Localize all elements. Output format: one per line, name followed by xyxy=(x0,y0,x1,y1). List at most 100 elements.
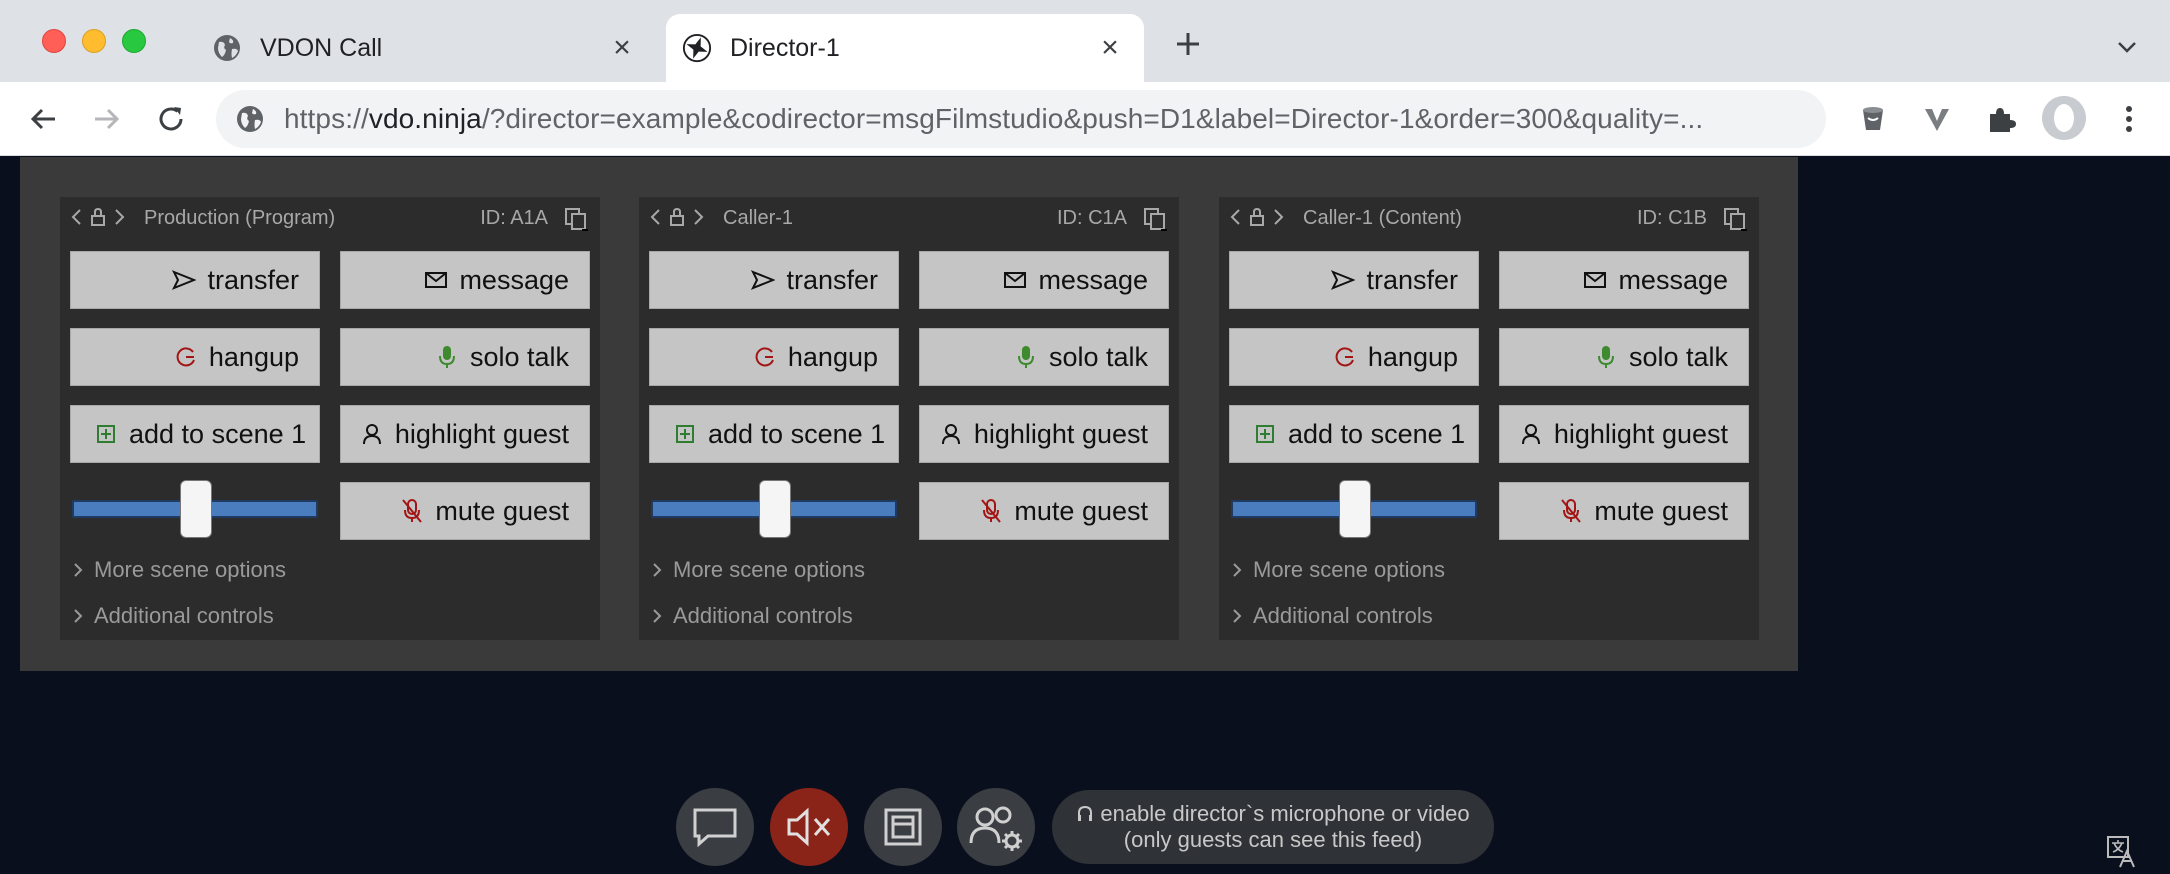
lock-icon[interactable] xyxy=(1249,207,1265,227)
envelope-icon xyxy=(1582,267,1608,293)
mute-guest-button[interactable]: mute guest xyxy=(919,482,1169,540)
hangup-icon xyxy=(173,344,199,370)
mute-guest-button[interactable]: mute guest xyxy=(340,482,590,540)
highlight-guest-label: highlight guest xyxy=(973,418,1148,449)
browser-tab-bar: VDON Call × Director-1 × xyxy=(0,0,2170,82)
copy-id-icon[interactable] xyxy=(1723,207,1747,231)
globe-icon xyxy=(212,33,242,63)
move-right-chevron-icon[interactable] xyxy=(1273,208,1285,226)
tab-title: Director-1 xyxy=(730,33,840,62)
move-left-chevron-icon[interactable] xyxy=(649,208,661,226)
more-scene-options-toggle[interactable]: More scene options xyxy=(651,555,865,585)
hangup-button[interactable]: hangup xyxy=(649,328,899,386)
volume-slider-thumb[interactable] xyxy=(1339,480,1371,538)
guest-card-header: Caller-1 ID: C1A xyxy=(639,197,1179,237)
forward-arrow-icon[interactable] xyxy=(88,100,126,138)
mute-guest-label: mute guest xyxy=(1594,495,1728,526)
tab-close-icon[interactable]: × xyxy=(606,33,638,63)
add-to-scene-button[interactable]: add to scene 1 xyxy=(1229,405,1479,463)
speaker-mute-button[interactable] xyxy=(770,788,848,866)
back-arrow-icon[interactable] xyxy=(24,100,62,138)
reload-icon[interactable] xyxy=(152,100,190,138)
add-to-scene-label: add to scene 1 xyxy=(129,418,307,449)
tab-close-icon[interactable]: × xyxy=(1094,33,1126,63)
mic-off-icon xyxy=(1558,498,1584,524)
move-right-chevron-icon[interactable] xyxy=(114,208,126,226)
url-host: vdo.ninja xyxy=(368,103,482,134)
transfer-button[interactable]: transfer xyxy=(1229,251,1479,309)
browser-toolbar: https://vdo.ninja/?director=example&codi… xyxy=(0,82,2170,156)
lock-icon[interactable] xyxy=(90,207,106,227)
copy-id-icon[interactable] xyxy=(564,207,588,231)
add-to-scene-button[interactable]: add to scene 1 xyxy=(649,405,899,463)
highlight-guest-button[interactable]: highlight guest xyxy=(340,405,590,463)
transfer-button[interactable]: transfer xyxy=(70,251,320,309)
more-scene-options-toggle[interactable]: More scene options xyxy=(1231,555,1445,585)
guest-card-header: Production (Program) ID: A1A xyxy=(60,197,600,237)
profile-avatar[interactable] xyxy=(2042,96,2086,140)
transfer-button[interactable]: transfer xyxy=(649,251,899,309)
add-to-scene-button[interactable]: add to scene 1 xyxy=(70,405,320,463)
message-button[interactable]: message xyxy=(919,251,1169,309)
volume-slider[interactable] xyxy=(72,480,318,538)
tab-director-1[interactable]: Director-1 × xyxy=(666,14,1144,82)
guest-id: ID: C1B xyxy=(1636,207,1707,229)
tab-title: VDON Call xyxy=(260,33,383,62)
extension-cup-icon[interactable] xyxy=(1854,100,1892,138)
hangup-button[interactable]: hangup xyxy=(70,328,320,386)
volume-slider[interactable] xyxy=(651,480,897,538)
window-minimize-button[interactable] xyxy=(82,29,106,53)
url-scheme: https:// xyxy=(284,103,369,134)
enable-director-media-button[interactable]: enable director`s microphone or video (o… xyxy=(1052,790,1494,864)
chat-button[interactable] xyxy=(676,788,754,866)
mic-pill-text-1: enable director`s microphone or video xyxy=(1100,801,1470,826)
scene-layout-button[interactable] xyxy=(864,788,942,866)
message-button[interactable]: message xyxy=(1499,251,1749,309)
hangup-button[interactable]: hangup xyxy=(1229,328,1479,386)
chevron-right-icon xyxy=(1231,608,1247,624)
more-scene-options-toggle[interactable]: More scene options xyxy=(72,555,286,585)
copy-id-icon[interactable] xyxy=(1143,207,1167,231)
guest-order-controls xyxy=(1229,205,1285,229)
tab-vdon-call[interactable]: VDON Call × xyxy=(196,14,656,82)
move-left-chevron-icon[interactable] xyxy=(1229,208,1241,226)
guest-card: Production (Program) ID: A1A transfer me… xyxy=(60,197,600,640)
solo-talk-button[interactable]: solo talk xyxy=(1499,328,1749,386)
move-right-chevron-icon[interactable] xyxy=(693,208,705,226)
new-tab-plus-icon[interactable] xyxy=(1170,26,1206,62)
guest-card: Caller-1 ID: C1A transfer message hangup… xyxy=(639,197,1179,640)
highlight-guest-button[interactable]: highlight guest xyxy=(919,405,1169,463)
volume-slider-thumb[interactable] xyxy=(759,480,791,538)
highlight-guest-label: highlight guest xyxy=(394,418,569,449)
window-close-button[interactable] xyxy=(42,29,66,53)
address-bar[interactable]: https://vdo.ninja/?director=example&codi… xyxy=(216,90,1826,148)
site-info-globe-icon[interactable] xyxy=(234,103,266,135)
extension-v-icon[interactable] xyxy=(1918,100,1956,138)
translate-icon[interactable] xyxy=(2106,835,2140,869)
guest-settings-button[interactable] xyxy=(957,788,1035,866)
chevron-right-icon xyxy=(1231,562,1247,578)
additional-controls-toggle[interactable]: Additional controls xyxy=(651,601,853,631)
extensions-puzzle-icon[interactable] xyxy=(1982,100,2020,138)
volume-slider-thumb[interactable] xyxy=(180,480,212,538)
chevron-right-icon xyxy=(72,608,88,624)
highlight-guest-button[interactable]: highlight guest xyxy=(1499,405,1749,463)
guest-order-controls xyxy=(649,205,705,229)
guest-label: Production (Program) xyxy=(144,207,336,229)
lock-icon[interactable] xyxy=(669,207,685,227)
window-maximize-button[interactable] xyxy=(122,29,146,53)
message-label: message xyxy=(1618,264,1728,295)
tab-search-chevron-icon[interactable] xyxy=(2110,30,2144,64)
additional-controls-toggle[interactable]: Additional controls xyxy=(72,601,274,631)
message-button[interactable]: message xyxy=(340,251,590,309)
solo-talk-button[interactable]: solo talk xyxy=(340,328,590,386)
solo-talk-button[interactable]: solo talk xyxy=(919,328,1169,386)
move-left-chevron-icon[interactable] xyxy=(70,208,82,226)
plus-square-icon xyxy=(93,421,119,447)
mute-guest-button[interactable]: mute guest xyxy=(1499,482,1749,540)
browser-menu-kebab-icon[interactable] xyxy=(2110,100,2148,138)
guest-order-controls xyxy=(70,205,126,229)
hangup-label: hangup xyxy=(787,341,878,372)
additional-controls-toggle[interactable]: Additional controls xyxy=(1231,601,1433,631)
volume-slider[interactable] xyxy=(1231,480,1477,538)
